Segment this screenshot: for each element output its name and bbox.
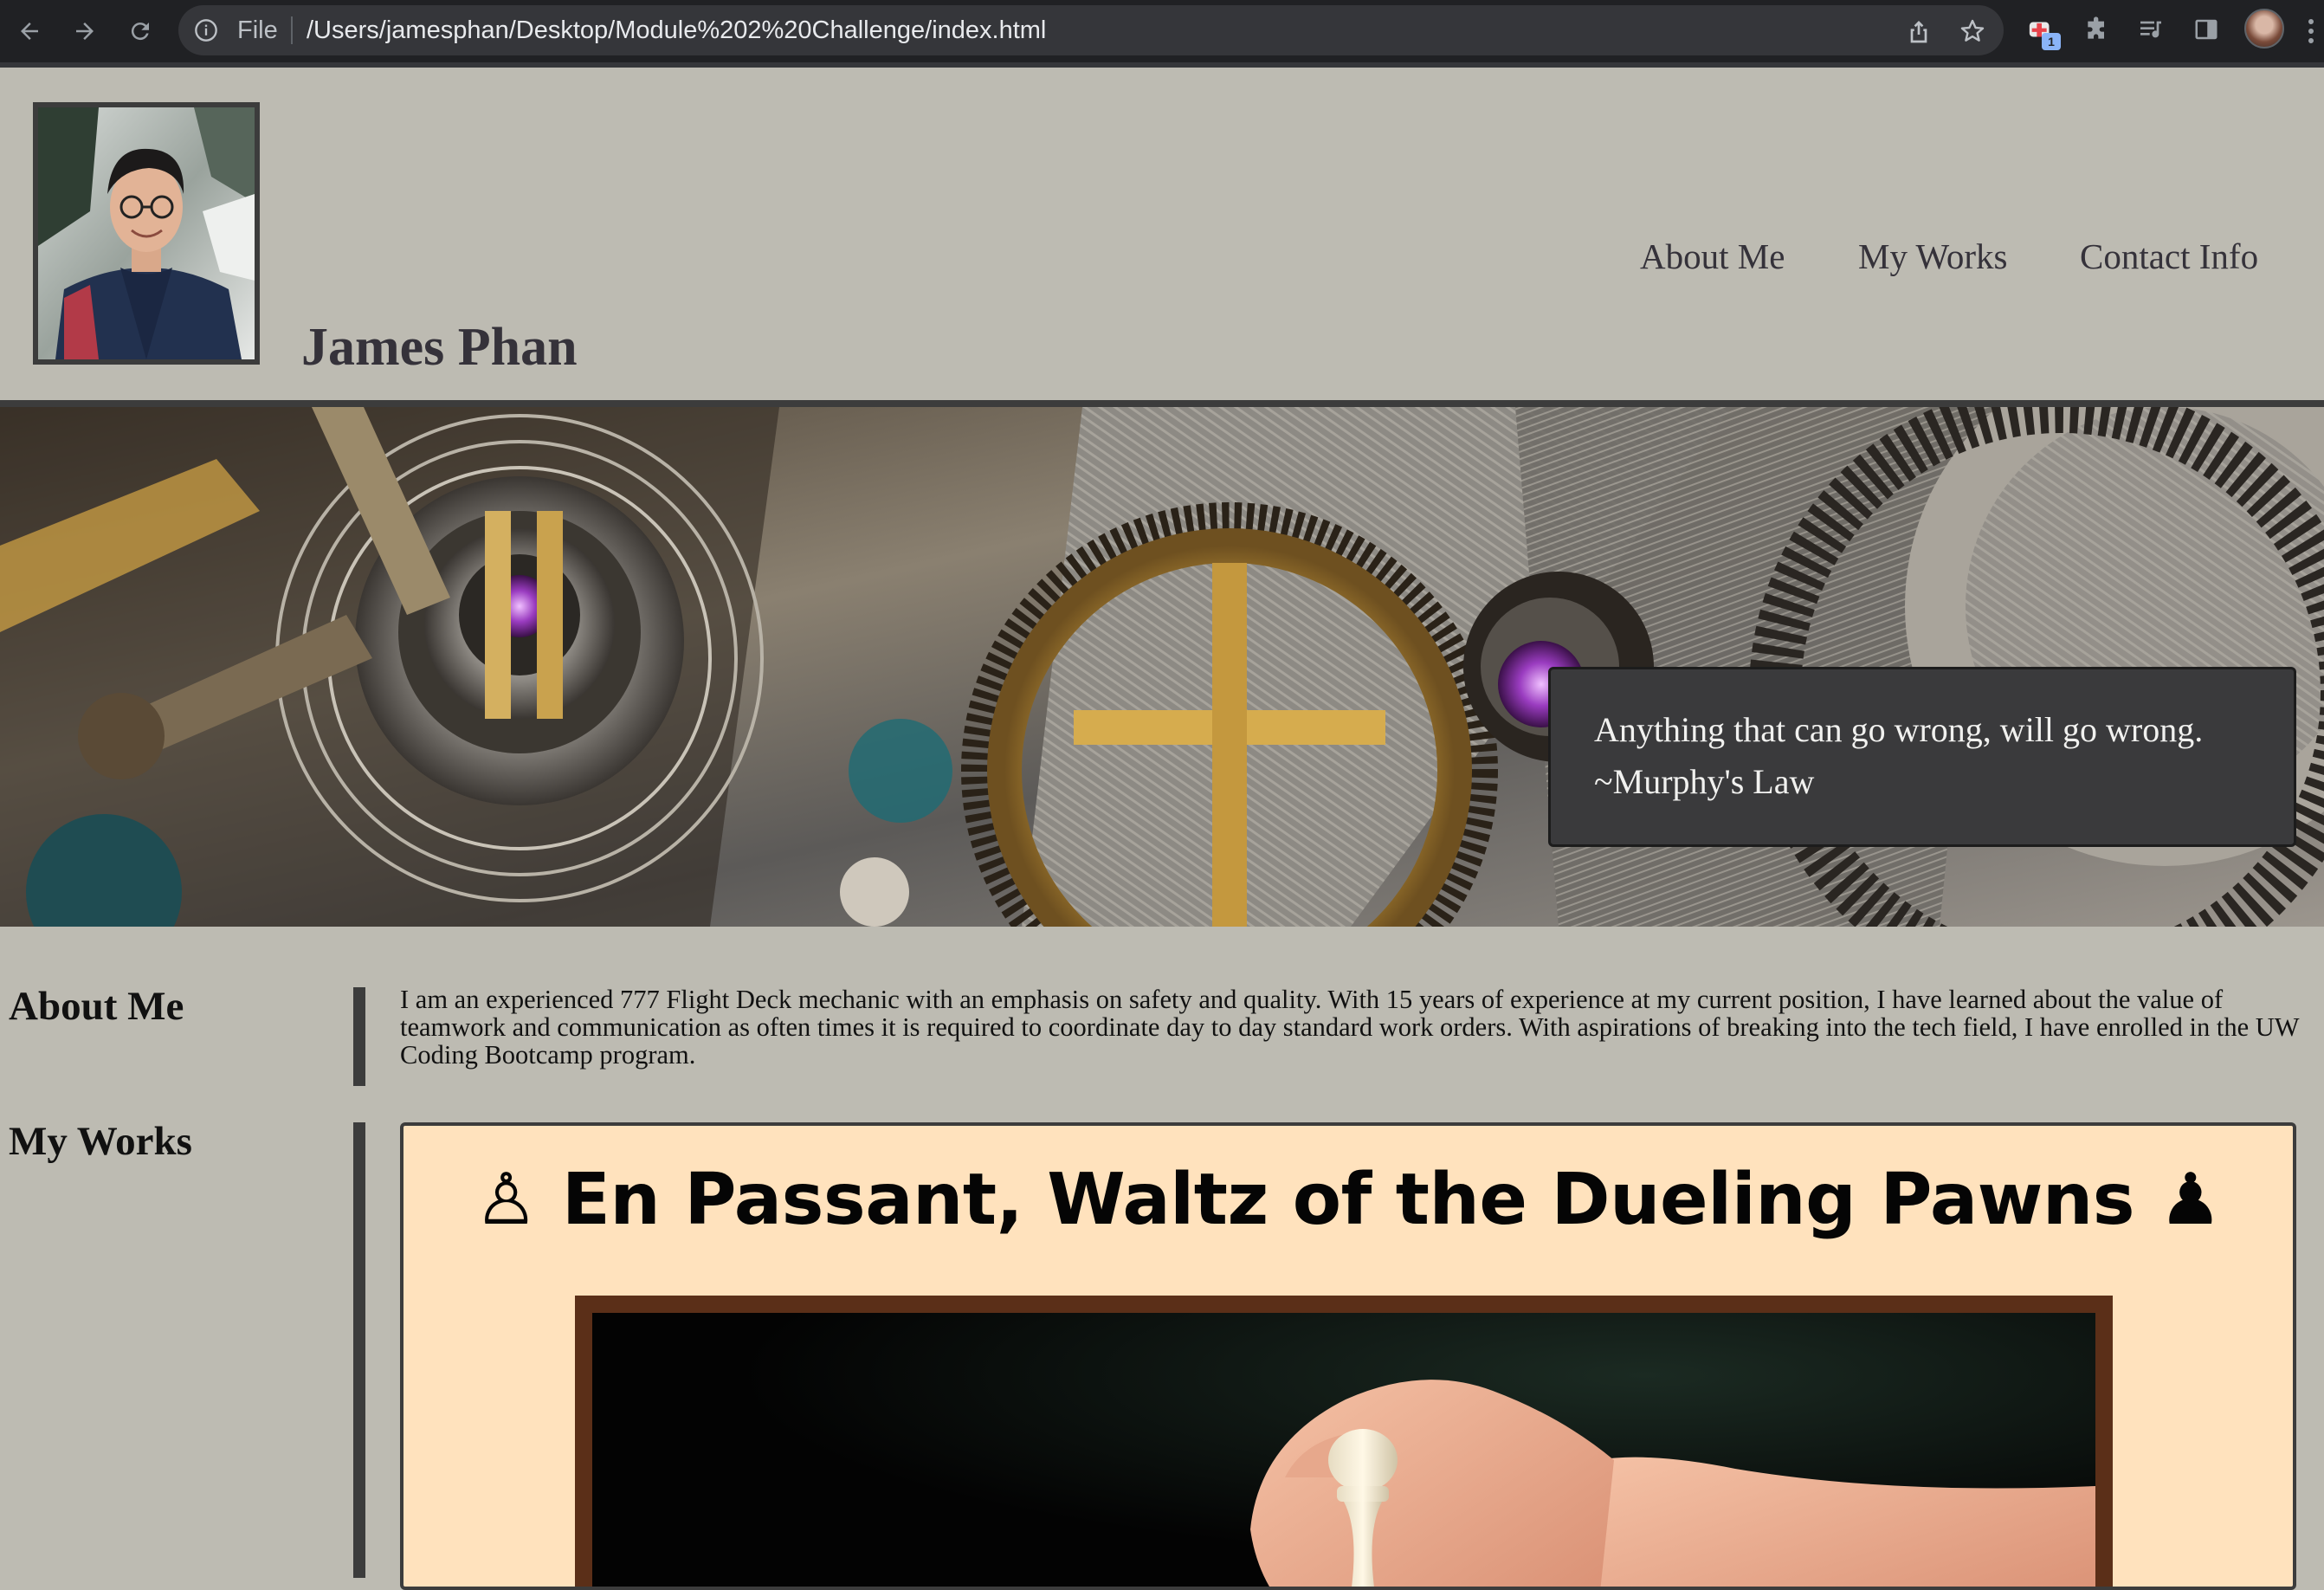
site-title: James Phan [301, 318, 578, 377]
more-menu-icon[interactable] [2308, 17, 2314, 45]
my-works-heading: My Works [9, 1119, 192, 1164]
media-queue-icon [2140, 21, 2161, 38]
portrait-image [38, 107, 255, 359]
extension-button[interactable]: 1 [2024, 12, 2061, 50]
my-works-divider [353, 1122, 365, 1578]
profile-avatar[interactable] [2244, 9, 2284, 48]
nav-link-about-me[interactable]: About Me [1640, 230, 1785, 282]
browser-toolbar: File /Users/jamesphan/Desktop/Module%202… [0, 0, 2324, 62]
share-icon[interactable] [1905, 17, 1933, 45]
side-panel-icon [2195, 19, 2217, 40]
side-panel-button[interactable] [2189, 12, 2224, 47]
forward-button[interactable] [66, 12, 104, 50]
info-icon[interactable] [194, 18, 218, 42]
puzzle-icon [2088, 16, 2104, 39]
quote-text: Anything that can go wrong, will go wron… [1594, 710, 2204, 749]
back-arrow-icon [21, 23, 38, 40]
quote-attribution: ~Murphy's Law [1594, 762, 1815, 801]
nav-link-my-works[interactable]: My Works [1858, 230, 2008, 282]
extension-badge: 1 [2042, 33, 2061, 50]
project-image[interactable] [575, 1296, 2113, 1587]
profile-photo [33, 102, 260, 365]
about-me-text: I am an experienced 777 Flight Deck mech… [400, 985, 2300, 1070]
bookmark-star-icon[interactable] [1959, 17, 1986, 45]
about-me-divider [353, 987, 365, 1086]
url-text[interactable]: /Users/jamesphan/Desktop/Module%202%20Ch… [307, 14, 1046, 47]
project-card[interactable]: ♙ En Passant, Waltz of the Dueling Pawns… [400, 1122, 2296, 1590]
chess-pawn-photo [592, 1313, 2095, 1587]
reload-button[interactable] [121, 12, 159, 50]
file-scheme-label: File [237, 16, 278, 44]
project-title[interactable]: ♙ En Passant, Waltz of the Dueling Pawns… [403, 1157, 2293, 1244]
header-divider [0, 400, 2324, 407]
extensions-button[interactable] [2080, 12, 2114, 47]
back-button[interactable] [10, 12, 48, 50]
quote-box: Anything that can go wrong, will go wron… [1548, 667, 2296, 847]
media-control-button[interactable] [2134, 12, 2168, 47]
address-bar[interactable]: File /Users/jamesphan/Desktop/Module%202… [178, 5, 2004, 55]
forward-arrow-icon [76, 23, 94, 40]
about-me-heading: About Me [9, 984, 184, 1029]
nav-link-contact-info[interactable]: Contact Info [2080, 230, 2258, 282]
reload-icon [131, 23, 149, 41]
address-separator [291, 16, 293, 44]
